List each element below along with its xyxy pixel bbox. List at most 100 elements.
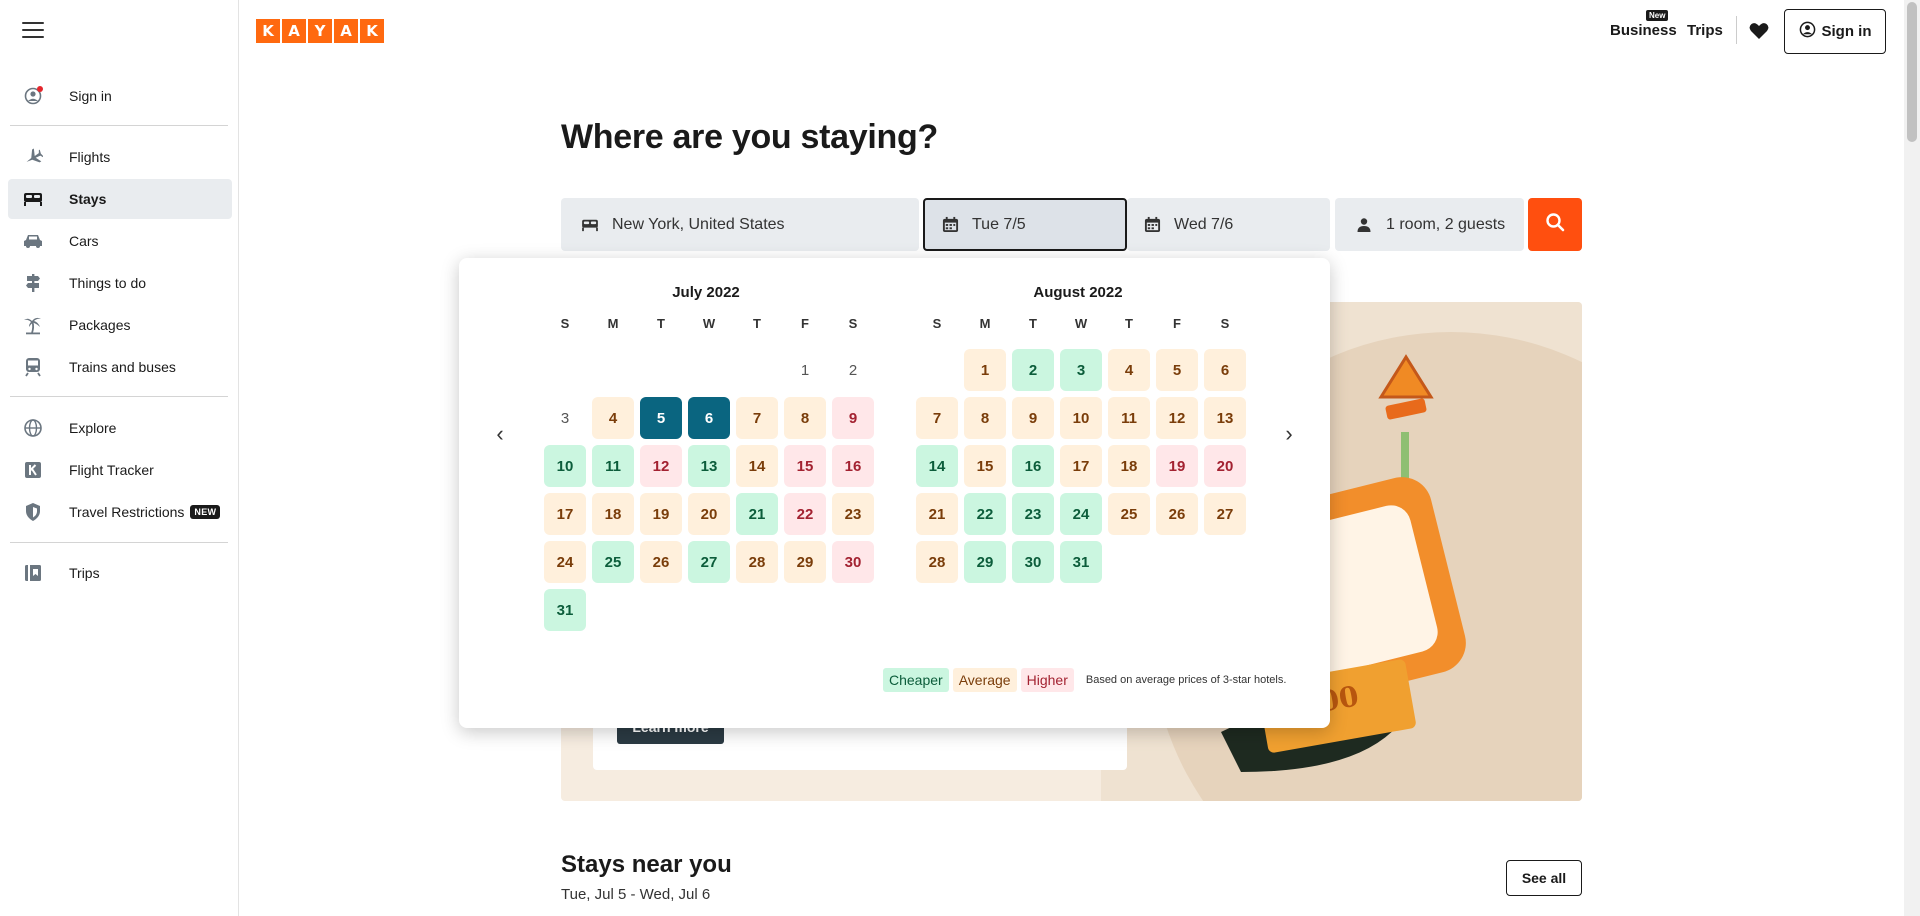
sidebar-item-flight-tracker[interactable]: Flight Tracker [8, 450, 232, 490]
sidebar-item-label: Packages [69, 317, 131, 333]
sidebar-item-cars[interactable]: Cars [8, 221, 232, 261]
calendar-day[interactable]: 23 [1012, 493, 1054, 535]
calendar-day[interactable]: 7 [736, 397, 778, 439]
calendar-day[interactable]: 31 [544, 589, 586, 631]
calendar-day[interactable]: 30 [1012, 541, 1054, 583]
calendar-day[interactable]: 12 [640, 445, 682, 487]
calendar-day[interactable]: 23 [832, 493, 874, 535]
calendar-day[interactable]: 28 [916, 541, 958, 583]
sidebar-item-trips[interactable]: Trips [8, 553, 232, 593]
calendar-day[interactable]: 15 [964, 445, 1006, 487]
calendar-day[interactable]: 8 [784, 397, 826, 439]
sidebar-item-sign-in[interactable]: Sign in [8, 76, 232, 116]
calendar-day[interactable]: 11 [592, 445, 634, 487]
calendar-day[interactable]: 16 [832, 445, 874, 487]
calendar-day[interactable]: 27 [1204, 493, 1246, 535]
calendar-day[interactable]: 27 [688, 541, 730, 583]
calendar-day[interactable]: 24 [544, 541, 586, 583]
calendar-day[interactable]: 20 [688, 493, 730, 535]
calendar-day[interactable]: 18 [592, 493, 634, 535]
calendar-day[interactable]: 22 [784, 493, 826, 535]
menu-icon[interactable] [22, 22, 44, 40]
calendar-day[interactable]: 21 [736, 493, 778, 535]
calendar-day[interactable]: 14 [736, 445, 778, 487]
calendar-day[interactable]: 4 [592, 397, 634, 439]
search-button[interactable] [1528, 198, 1582, 251]
calendar-day[interactable]: 19 [640, 493, 682, 535]
weekday-header: W [1074, 316, 1088, 331]
calendar-day[interactable]: 14 [916, 445, 958, 487]
kayak-logo[interactable]: K A Y A K [256, 19, 384, 43]
calendar-day[interactable]: 12 [1156, 397, 1198, 439]
calendar-day[interactable]: 13 [688, 445, 730, 487]
calendar-day[interactable]: 2 [1012, 349, 1054, 391]
stays-near-dates: Tue, Jul 5 - Wed, Jul 6 [561, 886, 711, 903]
weekday-header: W [702, 316, 716, 331]
sidebar-item-packages[interactable]: Packages [8, 305, 232, 345]
destination-field[interactable]: New York, United States [561, 198, 919, 251]
calendar-day[interactable]: 7 [916, 397, 958, 439]
weekday-header: T [1029, 316, 1037, 331]
heart-icon[interactable] [1748, 20, 1770, 42]
calendar-day[interactable]: 3 [544, 397, 586, 439]
calendar-day[interactable]: 1 [784, 349, 826, 391]
logo-letter: A [334, 19, 358, 43]
calendar-day[interactable]: 5 [1156, 349, 1198, 391]
calendar-day[interactable]: 29 [784, 541, 826, 583]
calendar-day[interactable]: 31 [1060, 541, 1102, 583]
price-legend: Cheaper Average Higher Based on average … [883, 668, 1286, 692]
calendar-day-selected[interactable]: 5 [640, 397, 682, 439]
calendar-day[interactable]: 2 [832, 349, 874, 391]
calendar-day[interactable]: 4 [1108, 349, 1150, 391]
calendar-day[interactable]: 8 [964, 397, 1006, 439]
calendar-day[interactable]: 10 [544, 445, 586, 487]
calendar-day[interactable]: 19 [1156, 445, 1198, 487]
sidebar-item-stays[interactable]: Stays [8, 179, 232, 219]
calendar-day[interactable]: 6 [1204, 349, 1246, 391]
calendar-day[interactable]: 22 [964, 493, 1006, 535]
calendar-day[interactable]: 17 [544, 493, 586, 535]
calendar-day[interactable]: 25 [1108, 493, 1150, 535]
trips-link[interactable]: Trips [1687, 22, 1723, 39]
calendar-day[interactable]: 30 [832, 541, 874, 583]
sidebar-item-explore[interactable]: Explore [8, 408, 232, 448]
calendar-day[interactable]: 21 [916, 493, 958, 535]
calendar-day[interactable]: 10 [1060, 397, 1102, 439]
prev-month-chevron-icon[interactable]: ‹ [488, 421, 512, 446]
calendar-day[interactable]: 18 [1108, 445, 1150, 487]
business-link[interactable]: Business [1610, 22, 1677, 39]
guests-field[interactable]: 1 room, 2 guests [1335, 198, 1524, 251]
calendar-day-selected[interactable]: 6 [688, 397, 730, 439]
checkin-field[interactable]: Tue 7/5 [923, 198, 1127, 251]
sidebar-item-things-to-do[interactable]: Things to do [8, 263, 232, 303]
calendar-day[interactable]: 16 [1012, 445, 1054, 487]
person-icon [1354, 215, 1374, 235]
calendar-day[interactable]: 29 [964, 541, 1006, 583]
scrollbar-thumb[interactable] [1907, 2, 1917, 142]
see-all-button[interactable]: See all [1506, 860, 1582, 896]
calendar-day[interactable]: 20 [1204, 445, 1246, 487]
calendar-day[interactable]: 24 [1060, 493, 1102, 535]
calendar-day[interactable]: 26 [640, 541, 682, 583]
calendar-day[interactable]: 13 [1204, 397, 1246, 439]
sidebar-item-flights[interactable]: Flights [8, 137, 232, 177]
sidebar-item-trains-and-buses[interactable]: Trains and buses [8, 347, 232, 387]
calendar-day[interactable]: 25 [592, 541, 634, 583]
calendar-day[interactable]: 28 [736, 541, 778, 583]
checkin-value: Tue 7/5 [972, 215, 1026, 233]
calendar-day[interactable]: 11 [1108, 397, 1150, 439]
weekday-header: F [801, 316, 809, 331]
checkout-field[interactable]: Wed 7/6 [1127, 198, 1330, 251]
calendar-day[interactable]: 3 [1060, 349, 1102, 391]
sidebar-item-travel-restrictions[interactable]: Travel Restrictions NEW [8, 492, 232, 532]
calendar-day[interactable]: 26 [1156, 493, 1198, 535]
calendar-day[interactable]: 17 [1060, 445, 1102, 487]
next-month-chevron-icon[interactable]: › [1277, 421, 1301, 446]
calendar-day[interactable]: 9 [832, 397, 874, 439]
k-icon [22, 459, 44, 481]
calendar-day[interactable]: 1 [964, 349, 1006, 391]
calendar-day[interactable]: 15 [784, 445, 826, 487]
calendar-day[interactable]: 9 [1012, 397, 1054, 439]
sign-in-button[interactable]: Sign in [1784, 9, 1886, 54]
bed-icon [22, 188, 44, 210]
